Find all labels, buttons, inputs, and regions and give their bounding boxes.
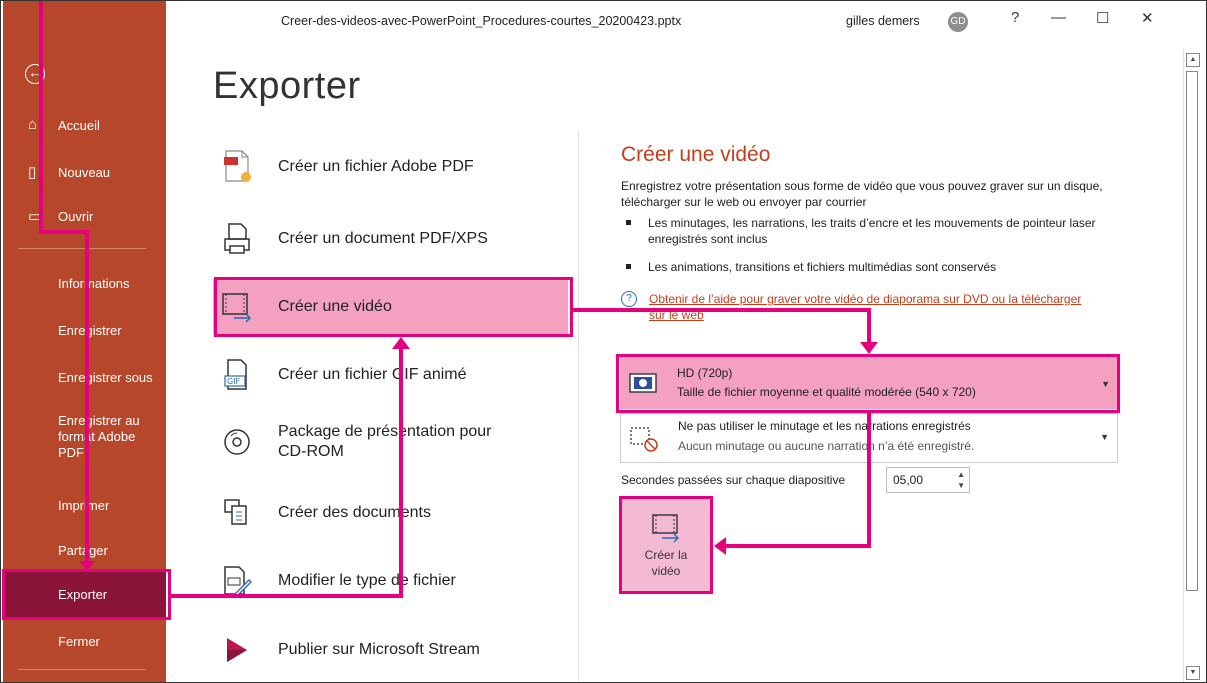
highlight-quality-dropdown (616, 354, 1120, 413)
annotation-arrowhead (714, 537, 726, 555)
annotation-arrowhead (392, 337, 410, 349)
spinner-arrows-icon[interactable]: ▲ ▼ (957, 469, 965, 491)
sidebar-divider (18, 669, 146, 670)
sidebar-item-ouvrir[interactable]: Ouvrir (3, 206, 166, 226)
title-bar: Creer-des-videos-avec-PowerPoint_Procedu… (166, 1, 1206, 41)
cd-icon (218, 422, 256, 462)
chevron-down-icon: ▼ (1100, 432, 1109, 442)
annotation-line (573, 308, 871, 312)
adobe-pdf-icon (218, 147, 256, 187)
annotation-line (85, 230, 89, 565)
option-pdf-xps[interactable]: Créer un document PDF/XPS (213, 211, 568, 267)
help-link[interactable]: ? Obtenir de l’aide pour graver votre vi… (621, 291, 1091, 323)
powerpoint-backstage-window: ← ⌂ Accueil ▯ Nouveau ▭ Ouvrir Informati… (0, 0, 1207, 683)
highlight-option-video (214, 277, 573, 337)
option-handouts[interactable]: Créer des documents (213, 485, 568, 541)
vertical-scrollbar[interactable]: ▲ ▼ (1183, 49, 1202, 682)
annotation-line (399, 346, 403, 598)
bullet-item: Les minutages, les narrations, les trait… (626, 215, 1106, 247)
page-title: Exporter (213, 65, 361, 107)
video-icon (650, 513, 682, 543)
gif-icon: GIF (218, 355, 256, 395)
avatar[interactable]: GD (948, 12, 968, 32)
help-circle-icon: ? (621, 291, 637, 307)
create-video-button[interactable]: Créer la vidéo (619, 496, 713, 594)
option-cd-package[interactable]: Package de présentation pour CD-ROM (213, 414, 568, 470)
option-adobe-pdf[interactable]: Créer un fichier Adobe PDF (213, 139, 568, 195)
bullet-item: Les animations, transitions et fichiers … (626, 259, 1106, 275)
sidebar-divider (18, 248, 146, 249)
annotation-arrowhead (860, 342, 878, 354)
minimize-button[interactable]: — (1051, 9, 1066, 26)
annotation-arrowhead (79, 561, 95, 571)
no-timing-icon (629, 426, 659, 452)
seconds-label: Secondes passées sur chaque diapositive (621, 473, 846, 487)
maximize-button[interactable]: ☐ (1096, 9, 1109, 27)
sidebar-item-accueil[interactable]: Accueil (3, 115, 166, 135)
panel-title: Créer une vidéo (621, 143, 771, 166)
scroll-down-icon[interactable]: ▼ (1186, 666, 1200, 680)
handouts-icon (218, 493, 256, 533)
highlight-exporter (2, 569, 171, 620)
annotation-line (39, 230, 89, 234)
annotation-line (867, 413, 871, 548)
scroll-up-icon[interactable]: ▲ (1186, 53, 1200, 67)
scroll-thumb[interactable] (1186, 71, 1198, 591)
option-change-file-type[interactable]: Modifier le type de fichier (213, 553, 568, 609)
annotation-line (726, 544, 871, 548)
help-button[interactable]: ? (1011, 9, 1019, 26)
stream-icon (218, 630, 256, 670)
annotation-line (171, 594, 403, 598)
panel-divider (578, 131, 579, 681)
seconds-spinner[interactable]: 05,00 ▲ ▼ (886, 467, 970, 493)
annotation-line (867, 308, 871, 344)
account-name[interactable]: gilles demers (846, 14, 920, 28)
annotation-line (39, 1, 43, 233)
pdf-xps-icon (218, 219, 256, 259)
svg-text:GIF: GIF (227, 377, 241, 386)
option-ms-stream[interactable]: Publier sur Microsoft Stream (213, 622, 568, 678)
sidebar-item-nouveau[interactable]: Nouveau (3, 162, 166, 182)
panel-description: Enregistrez votre présentation sous form… (621, 179, 1103, 209)
sidebar-item-fermer[interactable]: Fermer (3, 631, 166, 651)
close-button[interactable]: ✕ (1141, 9, 1154, 27)
option-gif[interactable]: GIF Créer un fichier GIF animé (213, 347, 568, 403)
document-filename: Creer-des-videos-avec-PowerPoint_Procedu… (281, 14, 682, 28)
